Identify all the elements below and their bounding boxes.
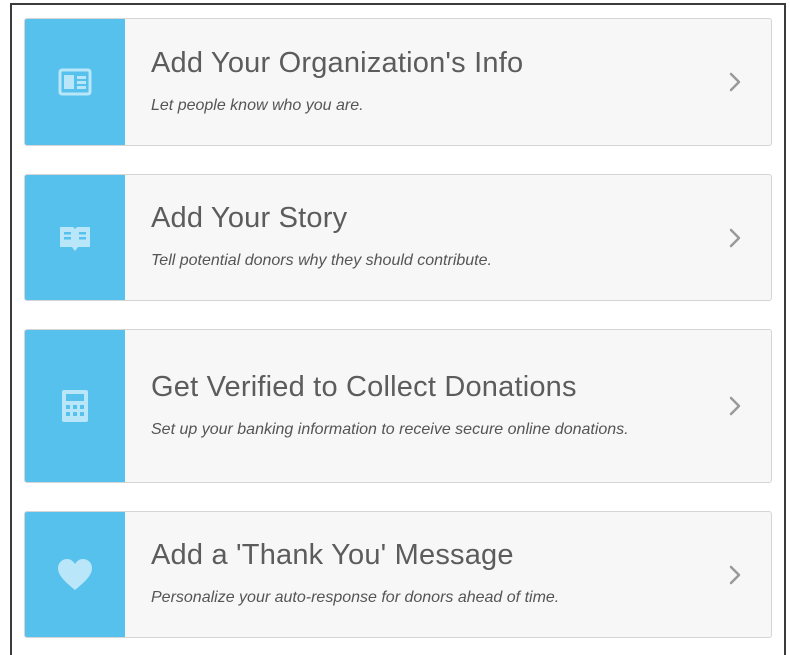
step-card-story[interactable]: Add Your Story Tell potential donors why… <box>24 174 772 301</box>
heart-icon <box>56 558 94 592</box>
step-subtitle: Set up your banking information to recei… <box>151 420 629 438</box>
step-icon-panel <box>25 330 125 482</box>
step-title: Add Your Story <box>151 202 348 234</box>
step-icon-panel <box>25 19 125 145</box>
step-subtitle: Personalize your auto-response for donor… <box>151 589 560 606</box>
step-card-get-verified[interactable]: Get Verified to Collect Donations Set up… <box>24 329 772 483</box>
chevron-right-icon[interactable] <box>725 70 745 94</box>
chevron-right-icon[interactable] <box>725 394 745 418</box>
step-icon-panel <box>25 512 125 637</box>
id-card-icon <box>58 68 92 96</box>
step-title: Get Verified to Collect Donations <box>151 370 577 403</box>
step-subtitle: Tell potential donors why they should co… <box>151 252 492 269</box>
step-icon-panel <box>25 175 125 300</box>
step-card-organization-info[interactable]: Add Your Organization's Info Let people … <box>24 18 772 146</box>
setup-steps-list: Add Your Organization's Info Let people … <box>24 18 772 638</box>
step-subtitle: Let people know who you are. <box>151 96 364 114</box>
step-card-thank-you-message[interactable]: Add a 'Thank You' Message Personalize yo… <box>24 511 772 638</box>
step-title: Add Your Organization's Info <box>151 46 524 79</box>
chevron-right-icon[interactable] <box>725 563 745 587</box>
calculator-icon <box>60 388 90 424</box>
chevron-right-icon[interactable] <box>725 226 745 250</box>
step-title: Add a 'Thank You' Message <box>151 539 514 571</box>
open-book-icon <box>58 223 92 253</box>
